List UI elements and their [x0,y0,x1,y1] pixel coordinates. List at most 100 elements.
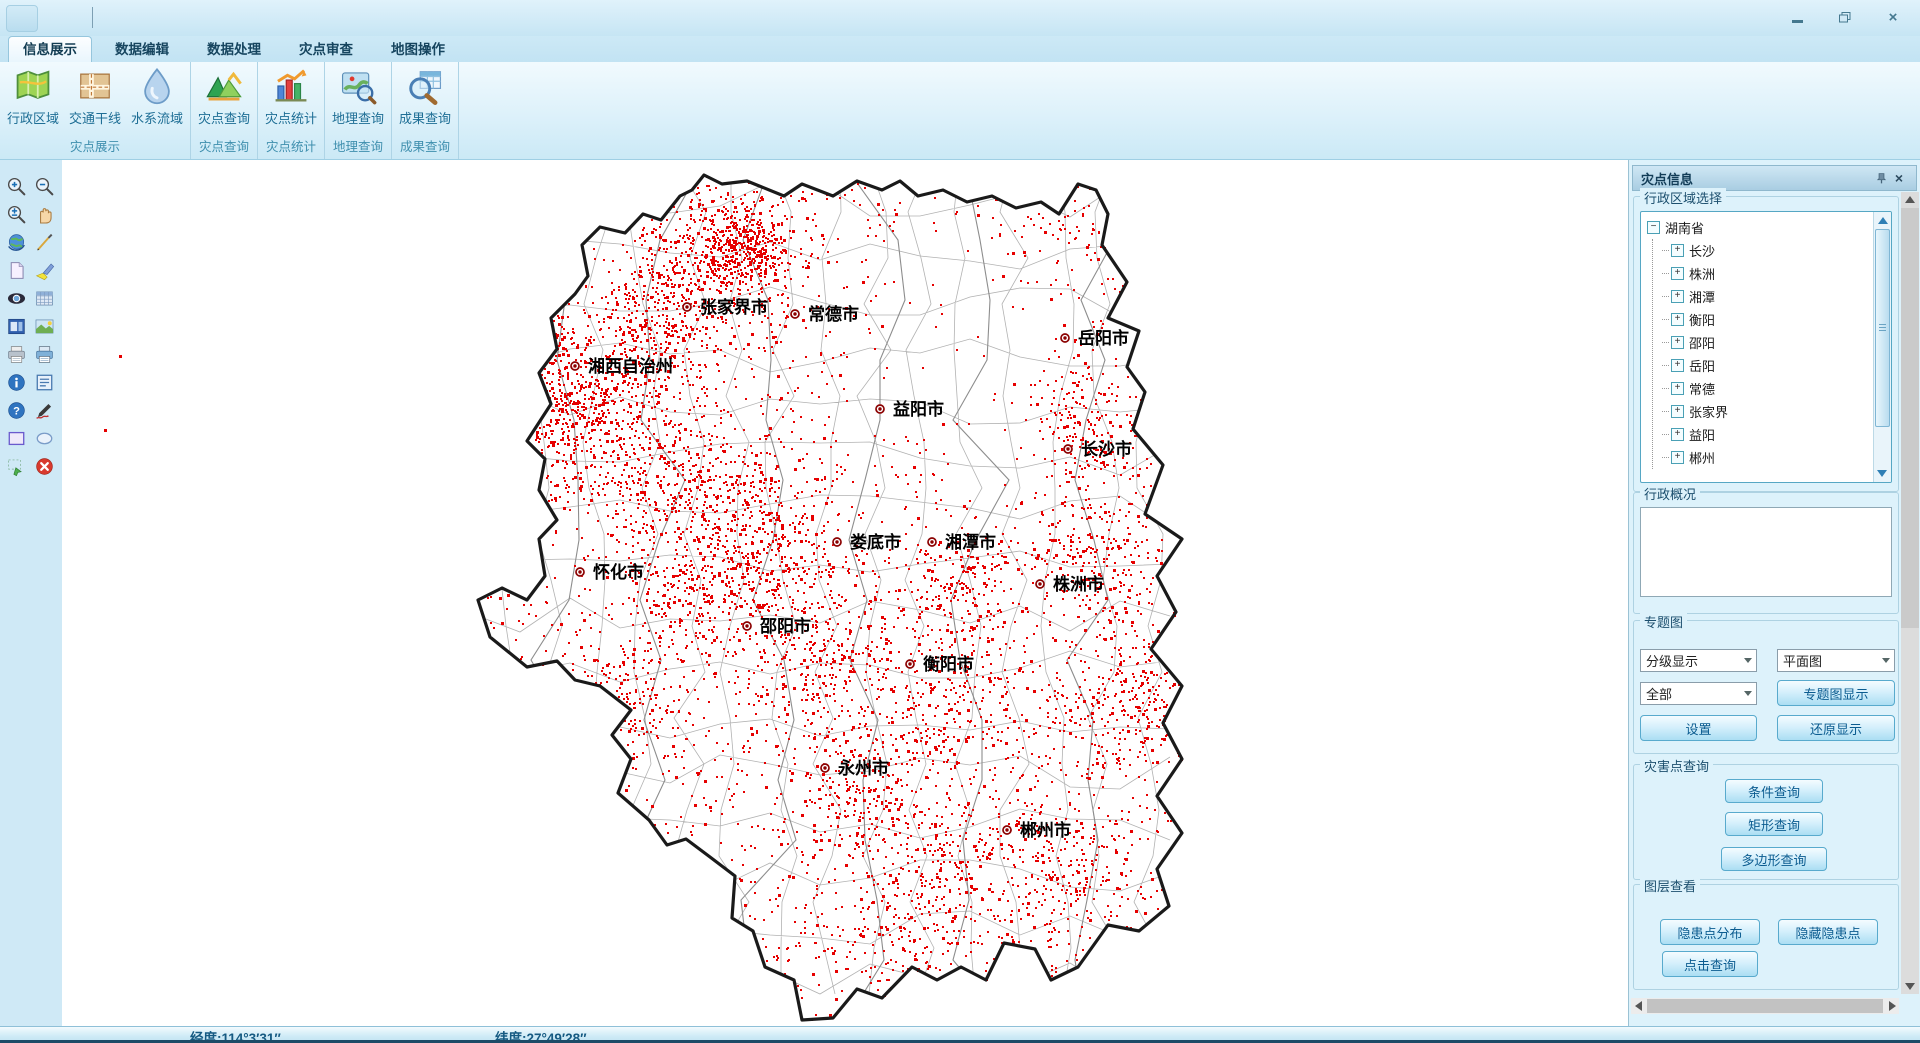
expand-icon[interactable]: + [1671,405,1684,418]
help-icon[interactable]: ? [4,398,28,422]
restore-display-button[interactable]: 还原显示 [1777,715,1895,741]
tree-item[interactable]: +衡阳 [1662,308,1869,331]
measure-icon[interactable] [32,230,56,254]
collapse-icon[interactable]: − [1647,221,1660,234]
rect-select-icon[interactable] [4,426,28,450]
close-button-icon[interactable]: × [1878,6,1908,29]
panel-vertical-scrollbar[interactable] [1901,192,1919,994]
display-mode-select[interactable]: 分级显示 [1640,649,1757,672]
city-label: 岳阳市 [1078,328,1129,348]
panel-horizontal-scrollbar[interactable] [1631,998,1899,1014]
ribbon-group: 行政区域交通干线水系流域灾点展示 [0,62,191,159]
tree-item[interactable]: +株洲 [1662,262,1869,285]
thematic-show-button[interactable]: 专题图显示 [1777,680,1895,706]
app-menu-button[interactable] [6,5,38,32]
tab-disaster-review[interactable]: 灾点审查 [284,36,368,62]
window-titlebar: × [0,0,1920,37]
city-label: 湘西自治州 [588,356,673,376]
pin-icon[interactable] [1872,169,1890,187]
tree-item[interactable]: +邵阳 [1662,331,1869,354]
tree-scrollbar[interactable] [1873,212,1891,482]
doc-panel-icon[interactable] [32,370,56,394]
ellipse-select-icon[interactable] [32,426,56,450]
tree-item[interactable]: +岳阳 [1662,354,1869,377]
city-label: 张家界市 [700,297,768,317]
settings-button[interactable]: 设置 [1640,715,1757,741]
disaster-query-button[interactable]: 灾点查询 [193,65,255,127]
map-canvas[interactable]: 张家界市常德市岳阳市湘西自治州益阳市长沙市娄底市湘潭市株洲市怀化市邵阳市衡阳市永… [62,160,1628,1026]
tab-info-display[interactable]: 信息展示 [8,36,92,62]
pan-icon[interactable] [32,202,56,226]
scroll-left-icon[interactable] [1631,999,1645,1013]
tree-item[interactable]: +常德 [1662,377,1869,400]
scroll-down-icon[interactable] [1905,983,1915,990]
scroll-up-icon[interactable] [1878,217,1888,224]
city-label: 常德市 [808,304,859,324]
eye-icon[interactable] [4,286,28,310]
tree-item[interactable]: +张家界 [1662,400,1869,423]
tab-data-process[interactable]: 数据处理 [192,36,276,62]
thematic-map-groupbox: 专题图 分级显示 平面图 全部 专题图显示 设置 还原显示 [1633,620,1899,754]
print-preview-icon[interactable] [32,342,56,366]
geo-query-button[interactable]: 地理查询 [327,65,389,127]
lasso-icon[interactable] [4,454,28,478]
expand-icon[interactable]: + [1671,451,1684,464]
tree-item[interactable]: +长沙 [1662,239,1869,262]
tree-item[interactable]: +益阳 [1662,423,1869,446]
expand-icon[interactable]: + [1671,336,1684,349]
scroll-down-icon[interactable] [1877,470,1887,477]
panel-vscroll-thumb[interactable] [1901,208,1919,628]
print-icon[interactable] [4,342,28,366]
minimize-button-icon[interactable] [1782,6,1812,29]
tab-data-edit[interactable]: 数据编辑 [100,36,184,62]
hide-hazard-button[interactable]: 隐藏隐患点 [1778,919,1878,945]
condition-query-button[interactable]: 条件查询 [1725,779,1823,803]
expand-icon[interactable]: + [1671,428,1684,441]
tree-item-root[interactable]: − 湖南省 [1647,216,1869,239]
cancel-icon[interactable] [32,454,56,478]
admin-region-button[interactable]: 行政区域 [2,65,64,127]
disaster-stat-button[interactable]: 灾点统计 [260,65,322,127]
eraser-icon[interactable] [32,258,56,282]
zoom-extent-icon[interactable] [4,202,28,226]
zoom-out-icon[interactable] [32,174,56,198]
zoom-in-icon[interactable] [4,174,28,198]
image-map-icon[interactable] [32,314,56,338]
expand-icon[interactable]: + [1671,244,1684,257]
stray-disaster-point [119,355,122,358]
restore-button-icon[interactable] [1830,6,1860,29]
expand-icon[interactable]: + [1671,382,1684,395]
admin-overview-textbox[interactable] [1640,507,1892,597]
click-query-button[interactable]: 点击查询 [1662,951,1758,977]
rectangle-query-button[interactable]: 矩形查询 [1725,812,1823,836]
expand-icon[interactable]: + [1671,267,1684,280]
expand-icon[interactable]: + [1671,359,1684,372]
tree-item[interactable]: +湘潭 [1662,285,1869,308]
polygon-query-button[interactable]: 多边形查询 [1721,847,1827,871]
tree-scroll-thumb[interactable] [1875,229,1890,427]
layout-window-icon[interactable] [4,314,28,338]
result-query-button[interactable]: 成果查询 [394,65,456,127]
chevron-down-icon [1740,658,1756,663]
expand-icon[interactable]: + [1671,290,1684,303]
scope-select[interactable]: 全部 [1640,682,1757,705]
expand-icon[interactable]: + [1671,313,1684,326]
hazard-distribution-button[interactable]: 隐患点分布 [1660,919,1760,945]
clear-page-icon[interactable] [4,258,28,282]
ribbon-group-label: 灾点统计 [258,138,324,159]
globe-icon[interactable] [4,230,28,254]
scroll-right-icon[interactable] [1885,999,1899,1013]
tree-item[interactable]: +郴州 [1662,446,1869,469]
sketch-icon[interactable] [32,398,56,422]
hunan-disaster-map[interactable]: 张家界市常德市岳阳市湘西自治州益阳市长沙市娄底市湘潭市株洲市怀化市邵阳市衡阳市永… [62,160,1628,1026]
scroll-up-icon[interactable] [1905,196,1915,203]
city-label: 郴州市 [1020,820,1071,840]
info-icon[interactable] [4,370,28,394]
tab-map-operation[interactable]: 地图操作 [376,36,460,62]
panel-close-icon[interactable]: × [1890,169,1908,187]
water-system-button[interactable]: 水系流域 [126,65,188,127]
traffic-lines-button[interactable]: 交通干线 [64,65,126,127]
grid-table-icon[interactable] [32,286,56,310]
panel-hscroll-thumb[interactable] [1647,999,1883,1013]
map-type-select[interactable]: 平面图 [1777,649,1895,672]
